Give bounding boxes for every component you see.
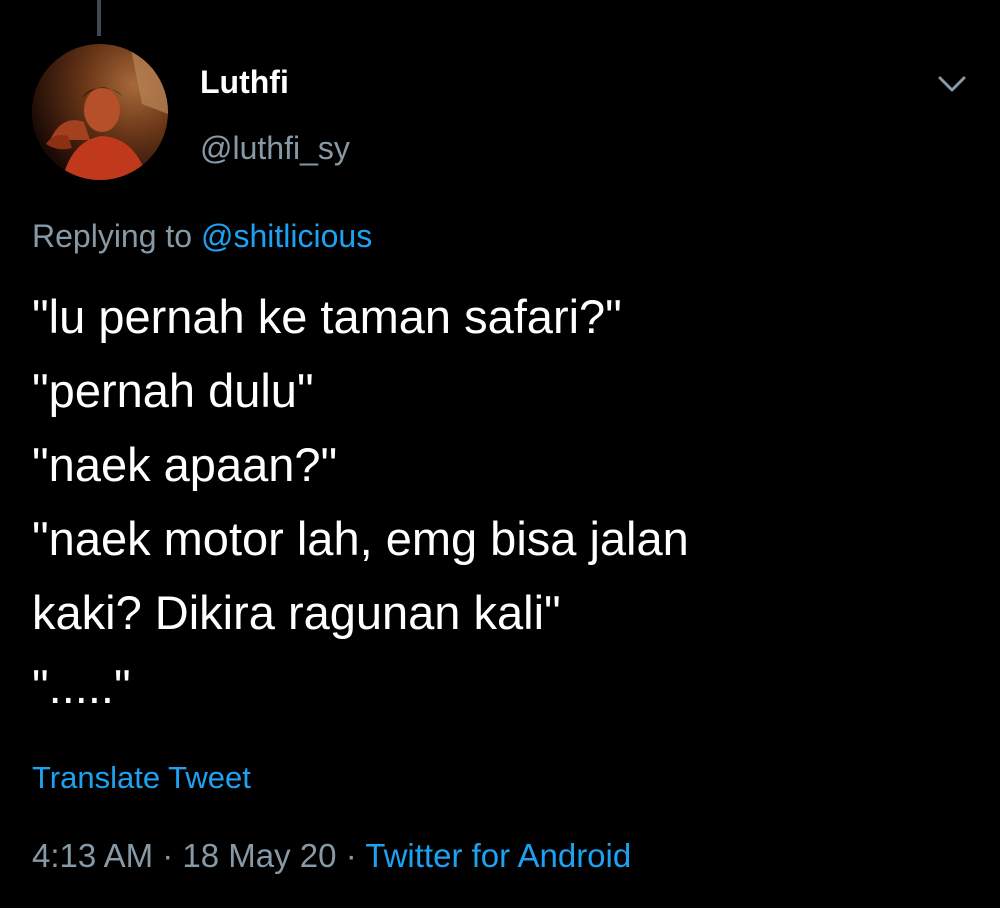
- tweet-text-line: "naek apaan?": [32, 438, 338, 491]
- chevron-down-icon: [938, 76, 966, 92]
- tweet-time[interactable]: 4:13 AM: [32, 837, 153, 874]
- tweet-text-line: "pernah dulu": [32, 364, 314, 417]
- meta-separator: ·: [345, 837, 357, 874]
- thread-connector-line: [97, 0, 101, 36]
- tweet-text-line: "naek motor lah, emg bisa jalan: [32, 512, 689, 565]
- tweet-text-line: kaki? Dikira ragunan kali": [32, 586, 561, 639]
- replying-to: Replying to @shitlicious: [32, 215, 372, 257]
- tweet-date[interactable]: 18 May 20: [182, 837, 336, 874]
- replying-to-label: Replying to: [32, 218, 193, 254]
- meta-separator: ·: [162, 837, 174, 874]
- tweet-metadata: 4:13 AM · 18 May 20 · Twitter for Androi…: [32, 834, 631, 878]
- tweet-source-link[interactable]: Twitter for Android: [365, 837, 631, 874]
- reply-mention-link[interactable]: @shitlicious: [201, 218, 372, 254]
- more-options-button[interactable]: [930, 62, 974, 106]
- tweet-text: "lu pernah ke taman safari?" "pernah dul…: [32, 280, 972, 724]
- display-name[interactable]: Luthfi: [200, 62, 289, 102]
- avatar[interactable]: [32, 44, 168, 180]
- tweet-text-line: ".....": [32, 660, 131, 713]
- username[interactable]: @luthfi_sy: [200, 128, 350, 168]
- translate-tweet-link[interactable]: Translate Tweet: [32, 758, 251, 798]
- tweet-text-line: "lu pernah ke taman safari?": [32, 290, 622, 343]
- avatar-image: [32, 44, 168, 180]
